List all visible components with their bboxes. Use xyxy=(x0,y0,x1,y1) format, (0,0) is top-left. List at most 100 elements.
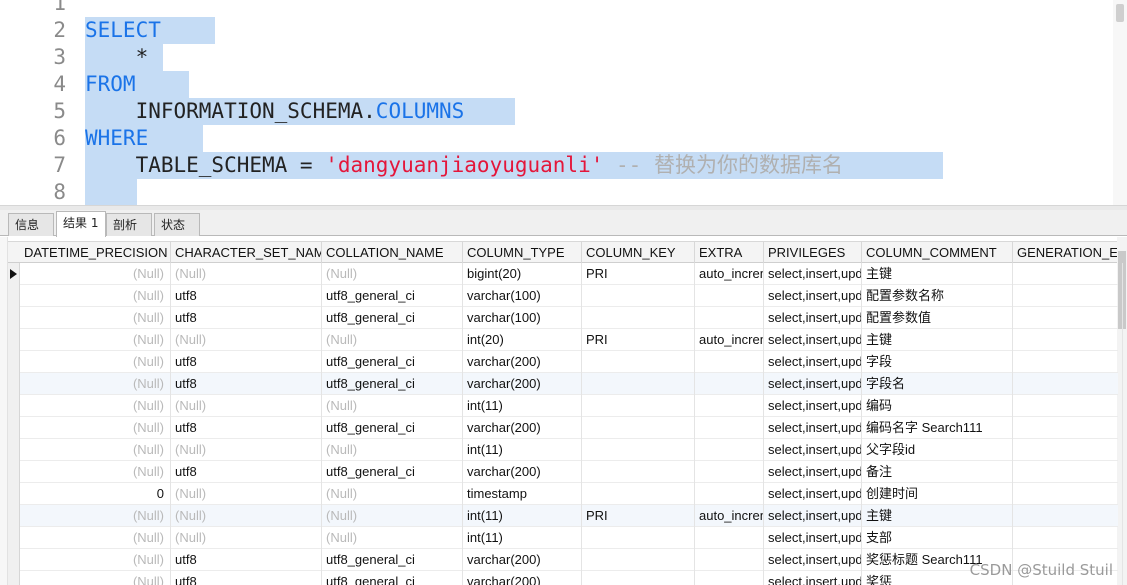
table-cell[interactable]: timestamp xyxy=(463,483,582,505)
table-cell[interactable]: utf8_general_ci xyxy=(322,307,463,329)
table-row[interactable]: (Null) (Null) (Null) bigint(20) PRI auto_incr… xyxy=(20,263,1123,285)
code-line[interactable]: 7 TABLE_SCHEMA = 'dangyuanjiaoyuguanli' … xyxy=(0,152,1115,179)
table-cell[interactable]: select,insert,update,references xyxy=(764,483,862,505)
table-cell[interactable]: (Null) xyxy=(322,527,463,549)
table-cell[interactable] xyxy=(1013,351,1123,373)
table-cell[interactable]: utf8_general_ci xyxy=(322,373,463,395)
table-cell[interactable] xyxy=(582,527,695,549)
table-cell[interactable]: utf8 xyxy=(171,461,322,483)
table-cell[interactable]: varchar(200) xyxy=(463,417,582,439)
sql-editor[interactable]: 1 2 SELECT 3 * 4 FROM 5 INFORMATION_SCHEMA.COL… xyxy=(0,0,1127,208)
table-cell[interactable]: utf8_general_ci xyxy=(322,285,463,307)
table-cell[interactable] xyxy=(695,417,764,439)
column-header[interactable]: COLUMN_TYPE xyxy=(463,242,582,263)
table-cell[interactable]: 配置参数名称 xyxy=(862,285,1013,307)
table-cell[interactable]: (Null) xyxy=(322,395,463,417)
table-row[interactable]: (Null) utf8 utf8_general_ci varchar(100) sel… xyxy=(20,307,1123,329)
table-cell[interactable]: select,insert,update,references xyxy=(764,461,862,483)
table-cell[interactable] xyxy=(1013,527,1123,549)
table-cell[interactable] xyxy=(582,417,695,439)
table-cell[interactable] xyxy=(1013,461,1123,483)
table-cell[interactable] xyxy=(695,307,764,329)
table-row[interactable]: (Null)(Null)(Null)int(11)PRIauto_increme… xyxy=(20,505,1123,527)
table-cell[interactable]: (Null) xyxy=(20,263,171,285)
table-cell[interactable]: select,insert,update,references xyxy=(764,439,862,461)
table-row[interactable]: (Null) (Null) (Null) int(11) select,insert,u… xyxy=(20,527,1123,549)
table-cell[interactable] xyxy=(1013,373,1123,395)
code-line[interactable]: 4 FROM xyxy=(0,71,1115,98)
table-cell[interactable] xyxy=(1013,285,1123,307)
result-grid[interactable]: DATETIME_PRECISION CHARACTER_SET_NAME COLL… xyxy=(0,237,1127,585)
table-cell[interactable]: select,insert,update,references xyxy=(764,505,862,527)
table-cell[interactable]: utf8 xyxy=(171,307,322,329)
table-cell[interactable]: (Null) xyxy=(20,373,171,395)
table-cell[interactable]: 主键 xyxy=(862,329,1013,351)
table-cell[interactable]: (Null) xyxy=(322,263,463,285)
table-cell[interactable]: (Null) xyxy=(20,505,171,527)
table-cell[interactable]: utf8 xyxy=(171,373,322,395)
table-cell[interactable]: select,insert,update,references xyxy=(764,307,862,329)
table-cell[interactable]: select,insert,update,references xyxy=(764,373,862,395)
table-cell[interactable]: (Null) xyxy=(20,329,171,351)
editor-scrollbar[interactable] xyxy=(1113,0,1127,208)
table-cell[interactable]: (Null) xyxy=(20,571,171,585)
table-cell[interactable]: select,insert,update,references xyxy=(764,395,862,417)
table-cell[interactable]: 编码 xyxy=(862,395,1013,417)
table-cell[interactable]: 编码名字 Search111 xyxy=(862,417,1013,439)
column-header[interactable]: PRIVILEGES xyxy=(764,242,862,263)
table-cell[interactable]: bigint(20) xyxy=(463,263,582,285)
table-cell[interactable]: utf8 xyxy=(171,417,322,439)
table-cell[interactable]: PRI xyxy=(582,263,695,285)
table-cell[interactable]: select,insert,update,references xyxy=(764,549,862,571)
table-cell[interactable]: auto_increment xyxy=(695,329,764,351)
table-cell[interactable]: PRI xyxy=(582,505,695,527)
table-cell[interactable] xyxy=(582,483,695,505)
tab-status[interactable]: 状态 xyxy=(154,213,200,236)
table-cell[interactable]: utf8_general_ci xyxy=(322,417,463,439)
code-line[interactable]: 2 SELECT xyxy=(0,17,1115,44)
tab-info[interactable]: 信息 xyxy=(8,213,54,236)
table-row[interactable]: (Null) utf8 utf8_general_ci varchar(100) sel… xyxy=(20,285,1123,307)
table-cell[interactable]: varchar(100) xyxy=(463,307,582,329)
table-cell[interactable] xyxy=(582,395,695,417)
table-cell[interactable] xyxy=(1013,505,1123,527)
code-line[interactable]: 3 * xyxy=(0,44,1115,71)
table-cell[interactable]: select,insert,update,references xyxy=(764,285,862,307)
table-cell[interactable]: utf8_general_ci xyxy=(322,351,463,373)
table-cell[interactable]: (Null) xyxy=(20,549,171,571)
table-cell[interactable]: varchar(100) xyxy=(463,285,582,307)
table-cell[interactable]: auto_increment xyxy=(695,263,764,285)
table-cell[interactable]: select,insert,update,references xyxy=(764,263,862,285)
table-cell[interactable]: utf8 xyxy=(171,285,322,307)
table-cell[interactable] xyxy=(695,373,764,395)
table-cell[interactable]: (Null) xyxy=(20,285,171,307)
table-cell[interactable]: 备注 xyxy=(862,461,1013,483)
table-cell[interactable]: (Null) xyxy=(20,307,171,329)
table-cell[interactable]: int(11) xyxy=(463,439,582,461)
table-cell[interactable] xyxy=(582,571,695,585)
column-header[interactable]: DATETIME_PRECISION xyxy=(20,242,171,263)
table-cell[interactable] xyxy=(1013,307,1123,329)
table-cell[interactable]: auto_increment xyxy=(695,505,764,527)
table-cell[interactable] xyxy=(695,483,764,505)
table-row[interactable]: (Null) utf8 utf8_general_ci varchar(200) sel… xyxy=(20,351,1123,373)
table-cell[interactable]: (Null) xyxy=(171,439,322,461)
table-cell[interactable]: (Null) xyxy=(171,527,322,549)
table-cell[interactable]: 0 xyxy=(20,483,171,505)
table-row[interactable]: (Null) utf8 utf8_general_ci varchar(200) sel… xyxy=(20,461,1123,483)
table-cell[interactable] xyxy=(1013,329,1123,351)
table-cell[interactable]: 支部 xyxy=(862,527,1013,549)
table-cell[interactable] xyxy=(582,461,695,483)
table-cell[interactable]: int(11) xyxy=(463,395,582,417)
table-cell[interactable]: varchar(200) xyxy=(463,549,582,571)
table-cell[interactable] xyxy=(1013,417,1123,439)
table-cell[interactable] xyxy=(582,549,695,571)
table-cell[interactable]: select,insert,update,references xyxy=(764,571,862,585)
table-cell[interactable] xyxy=(1013,263,1123,285)
code-line[interactable]: 8 xyxy=(0,179,1115,206)
table-cell[interactable]: (Null) xyxy=(20,417,171,439)
table-cell[interactable]: (Null) xyxy=(20,439,171,461)
table-cell[interactable]: 主键 xyxy=(862,263,1013,285)
table-cell[interactable]: utf8 xyxy=(171,571,322,585)
table-cell[interactable] xyxy=(695,285,764,307)
